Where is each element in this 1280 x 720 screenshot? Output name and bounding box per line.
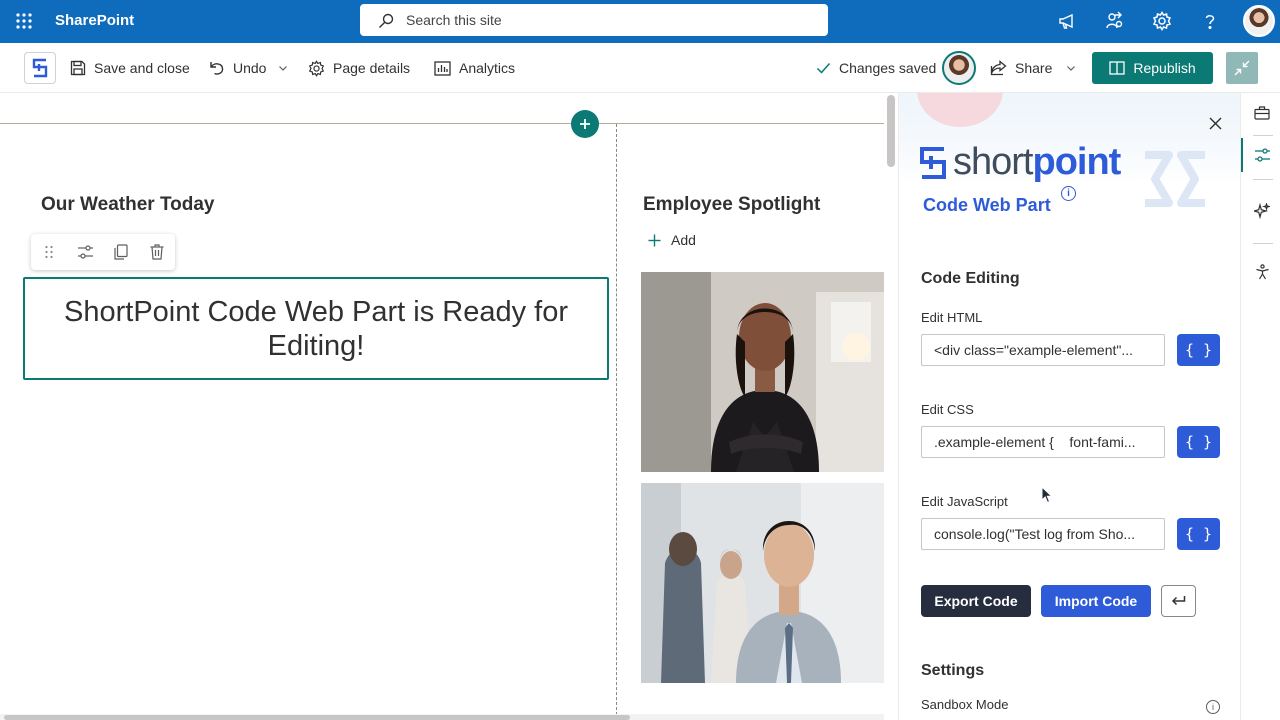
undo-icon [209, 60, 225, 76]
reset-button[interactable] [1161, 585, 1196, 617]
toolbox-icon[interactable] [1247, 98, 1277, 128]
gear-icon [308, 59, 325, 77]
delete-icon[interactable] [139, 234, 175, 270]
save-status: Changes saved [816, 55, 936, 81]
open-css-editor-button[interactable]: { } [1177, 426, 1220, 458]
undo-button[interactable]: Undo [209, 55, 266, 81]
add-section-button[interactable] [571, 110, 599, 138]
weather-section-title[interactable]: Our Weather Today [41, 194, 215, 216]
chevron-down-icon [278, 63, 288, 73]
shortpoint-logo: shortpoint [919, 141, 1121, 184]
changes-saved-label: Changes saved [839, 60, 937, 76]
employee-photo[interactable] [641, 483, 884, 683]
webpart-ready-message: ShortPoint Code Web Part is Ready for Ed… [64, 295, 568, 362]
horizontal-scrollbar[interactable] [0, 714, 884, 720]
app-name[interactable]: SharePoint [55, 12, 134, 29]
page-details-label: Page details [333, 60, 411, 76]
search-box[interactable] [360, 4, 828, 36]
export-code-button[interactable]: Export Code [921, 585, 1031, 617]
search-icon [378, 13, 394, 29]
share-label: Share [1015, 60, 1053, 76]
book-icon [1109, 61, 1126, 75]
edit-html-input[interactable] [921, 334, 1165, 366]
command-bar: Save and close Undo Page details Analyti… [0, 43, 1280, 93]
add-spotlight-button[interactable]: Add [648, 232, 696, 248]
save-and-close-label: Save and close [94, 60, 190, 76]
plus-icon [648, 234, 661, 247]
user-avatar[interactable] [1243, 5, 1275, 37]
code-editing-heading: Code Editing [921, 270, 1020, 287]
vertical-scrollbar[interactable] [884, 93, 898, 720]
share-button[interactable]: Share [990, 55, 1076, 81]
suite-bar: SharePoint [0, 0, 1280, 43]
republish-button[interactable]: Republish [1092, 52, 1213, 84]
decorative-brace-graphic [1145, 151, 1205, 207]
analytics-icon [434, 60, 451, 76]
collapse-icon [1234, 60, 1250, 76]
open-html-editor-button[interactable]: { } [1177, 334, 1220, 366]
return-arrow-icon [1171, 595, 1186, 607]
edit-javascript-label: Edit JavaScript [921, 494, 1008, 509]
logo-text-point: point [1032, 141, 1121, 183]
duplicate-icon[interactable] [103, 234, 139, 270]
info-icon[interactable]: i [1061, 186, 1076, 201]
save-icon [70, 60, 86, 76]
save-and-close-button[interactable]: Save and close [70, 55, 190, 81]
edit-css-label: Edit CSS [921, 402, 974, 417]
share-network-icon[interactable] [1100, 7, 1130, 35]
edit-html-label: Edit HTML [921, 310, 983, 325]
help-icon[interactable] [1195, 7, 1225, 35]
horizontal-scroll-thumb[interactable] [4, 715, 630, 720]
open-javascript-editor-button[interactable]: { } [1177, 518, 1220, 550]
code-webpart[interactable]: ShortPoint Code Web Part is Ready for Ed… [23, 277, 609, 380]
right-rail [1240, 93, 1280, 720]
properties-icon[interactable] [1247, 140, 1277, 170]
gear-icon[interactable] [1147, 7, 1177, 35]
checkmark-icon [816, 62, 831, 74]
editor-avatar[interactable] [942, 51, 976, 85]
spotlight-section-title[interactable]: Employee Spotlight [643, 194, 820, 216]
employee-photo[interactable] [641, 272, 884, 472]
add-label: Add [671, 232, 696, 248]
collapse-pane-button[interactable] [1226, 52, 1258, 84]
analytics-button[interactable]: Analytics [434, 55, 515, 81]
pane-title: Code Web Part [923, 195, 1051, 215]
sparkle-icon[interactable] [1247, 196, 1277, 226]
shortpoint-logo-icon [919, 146, 947, 180]
rail-separator [1253, 243, 1273, 244]
logo-text-short: short [953, 141, 1033, 183]
vertical-scroll-thumb[interactable] [887, 95, 895, 167]
active-rail-indicator [1241, 138, 1243, 172]
page-details-button[interactable]: Page details [308, 55, 410, 81]
undo-label: Undo [233, 60, 267, 76]
settings-heading: Settings [921, 662, 985, 679]
megaphone-icon[interactable] [1052, 7, 1082, 35]
rail-separator [1253, 179, 1273, 180]
analytics-label: Analytics [459, 60, 516, 76]
section-divider [0, 123, 884, 124]
search-input[interactable] [406, 4, 806, 36]
accessibility-icon[interactable] [1247, 257, 1277, 287]
sandbox-info-icon[interactable]: i [1206, 700, 1220, 714]
close-pane-button[interactable] [1205, 113, 1225, 133]
shortpoint-logo-button[interactable] [24, 52, 56, 84]
waffle-icon[interactable] [8, 5, 40, 37]
chevron-down-icon [1066, 63, 1076, 73]
edit-css-input[interactable] [921, 426, 1165, 458]
page-canvas: Our Weather Today ShortPoint Code Web Pa… [0, 93, 884, 720]
republish-label: Republish [1133, 60, 1196, 76]
webpart-toolbar [31, 234, 175, 270]
edit-properties-icon[interactable] [67, 234, 103, 270]
undo-dropdown[interactable] [278, 55, 288, 81]
sandbox-mode-label: Sandbox Mode [921, 697, 1009, 712]
rail-separator [1253, 135, 1273, 136]
property-pane: shortpoint Code Web Part i Code Editing … [898, 93, 1240, 720]
share-icon [990, 60, 1007, 76]
import-code-button[interactable]: Import Code [1041, 585, 1151, 617]
column-divider [616, 124, 617, 720]
drag-handle-icon[interactable] [31, 234, 67, 270]
edit-javascript-input[interactable] [921, 518, 1165, 550]
mouse-cursor-icon [1041, 486, 1053, 504]
